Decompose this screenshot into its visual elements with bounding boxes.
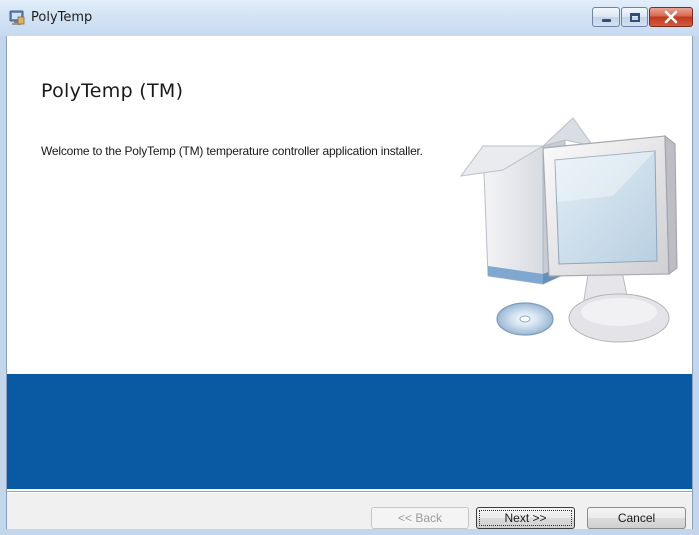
computer-with-box-and-disc [459, 117, 678, 343]
welcome-text: Welcome to the PolyTemp (TM) temperature… [41, 144, 423, 158]
close-icon [664, 10, 678, 24]
installer-window: PolyTemp PolyTemp (TM) Welcome to the Po… [0, 0, 699, 535]
maximize-button[interactable] [621, 7, 648, 27]
installer-icon [9, 10, 25, 25]
minimize-icon [602, 19, 611, 22]
minimize-button[interactable] [592, 7, 620, 27]
close-button[interactable] [649, 7, 693, 27]
maximize-icon [630, 13, 640, 22]
page-title: PolyTemp (TM) [41, 80, 184, 102]
next-button[interactable]: Next >> [476, 507, 575, 529]
installer-content: PolyTemp (TM) Welcome to the PolyTemp (T… [6, 36, 693, 529]
back-button[interactable]: << Back [371, 507, 469, 529]
window-title: PolyTemp [31, 10, 93, 25]
title-bar[interactable]: PolyTemp [0, 0, 699, 36]
next-button-label: Next >> [504, 511, 547, 525]
cancel-button-label: Cancel [617, 511, 656, 525]
blue-banner [7, 374, 692, 489]
button-bar: << Back Next >> Cancel [7, 493, 692, 529]
back-button-label: << Back [397, 511, 443, 525]
cancel-button[interactable]: Cancel [587, 507, 686, 529]
